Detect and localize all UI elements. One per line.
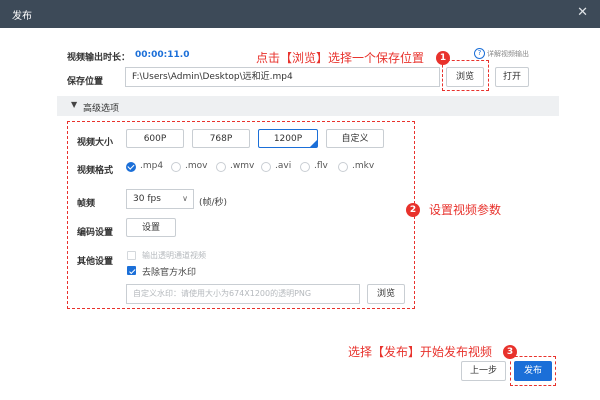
transparent-channel-label: 输出透明通道视频	[142, 251, 206, 260]
size-option-600p[interactable]: 600P	[126, 129, 184, 148]
save-location-label: 保存位置	[67, 77, 104, 87]
watermark-browse-button[interactable]: 浏览	[367, 284, 405, 304]
previous-step-button[interactable]: 上一步	[461, 361, 506, 381]
custom-watermark-input[interactable]: 自定义水印：请使用大小为674X1200的透明PNG	[126, 284, 360, 304]
format-radio-mkv[interactable]	[338, 162, 348, 172]
other-settings-label: 其他设置	[77, 257, 114, 267]
format-radio-wmv[interactable]	[216, 162, 226, 172]
title-bar: 发布 ✕	[0, 0, 600, 28]
help-link[interactable]: 详解视频输出	[487, 49, 529, 59]
format-label-flv: .flv	[314, 161, 328, 171]
advanced-options-label: 高级选项	[83, 104, 120, 114]
publish-dialog: 发布 ✕ 视频输出时长： 00:00:11.0 点击【浏览】选择一个保存位置 1…	[0, 0, 600, 400]
format-label-mov: .mov	[185, 161, 208, 171]
annotation-step2-text: 设置视频参数	[429, 203, 502, 217]
fps-value: 30 fps	[133, 194, 161, 204]
caret-down-icon: ▼	[71, 100, 78, 109]
browse-button[interactable]: 浏览	[446, 67, 484, 87]
remove-watermark-checkbox[interactable]	[127, 266, 136, 275]
format-radio-flv[interactable]	[300, 162, 310, 172]
video-size-label: 视频大小	[77, 138, 114, 148]
help-icon[interactable]: ?	[474, 48, 485, 59]
annotation-step2-badge: 2	[406, 203, 420, 217]
format-radio-mp4[interactable]	[126, 162, 136, 172]
format-radio-mov[interactable]	[171, 162, 181, 172]
fps-unit: (帧/秒)	[199, 198, 228, 208]
annotation-step1-text: 点击【浏览】选择一个保存位置	[256, 51, 425, 65]
format-label-avi: .avi	[275, 161, 292, 171]
annotation-step3-text: 选择【发布】开始发布视频	[348, 345, 493, 359]
open-button[interactable]: 打开	[495, 67, 529, 87]
encode-settings-label: 编码设置	[77, 228, 114, 238]
window-title: 发布	[12, 11, 32, 22]
duration-value: 00:00:11.0	[135, 50, 190, 60]
size-option-1200p-label: 1200P	[273, 134, 303, 144]
annotation-step2-highlight	[67, 121, 415, 309]
save-path-input[interactable]: F:\Users\Admin\Desktop\远和近.mp4	[125, 67, 440, 87]
encode-settings-button[interactable]: 设置	[126, 218, 176, 237]
format-radio-avi[interactable]	[261, 162, 271, 172]
close-icon[interactable]: ✕	[577, 5, 588, 20]
chevron-down-icon: ∨	[182, 194, 188, 203]
fps-select[interactable]: 30 fps ∨	[126, 189, 194, 209]
format-label-mp4: .mp4	[140, 161, 164, 171]
size-option-1200p[interactable]: 1200P	[258, 129, 318, 148]
transparent-channel-checkbox[interactable]	[127, 251, 136, 260]
format-label-mkv: .mkv	[352, 161, 375, 171]
remove-watermark-label: 去除官方水印	[142, 268, 197, 278]
size-option-768p[interactable]: 768P	[192, 129, 250, 148]
format-label-wmv: .wmv	[230, 161, 255, 171]
duration-label: 视频输出时长：	[67, 53, 131, 63]
publish-button[interactable]: 发布	[514, 361, 552, 381]
selected-corner-icon	[310, 140, 317, 147]
size-option-custom[interactable]: 自定义	[326, 129, 384, 148]
advanced-options-bar[interactable]: ▼ 高级选项	[57, 96, 559, 116]
video-format-label: 视频格式	[77, 166, 114, 176]
fps-label: 帧频	[77, 199, 96, 209]
